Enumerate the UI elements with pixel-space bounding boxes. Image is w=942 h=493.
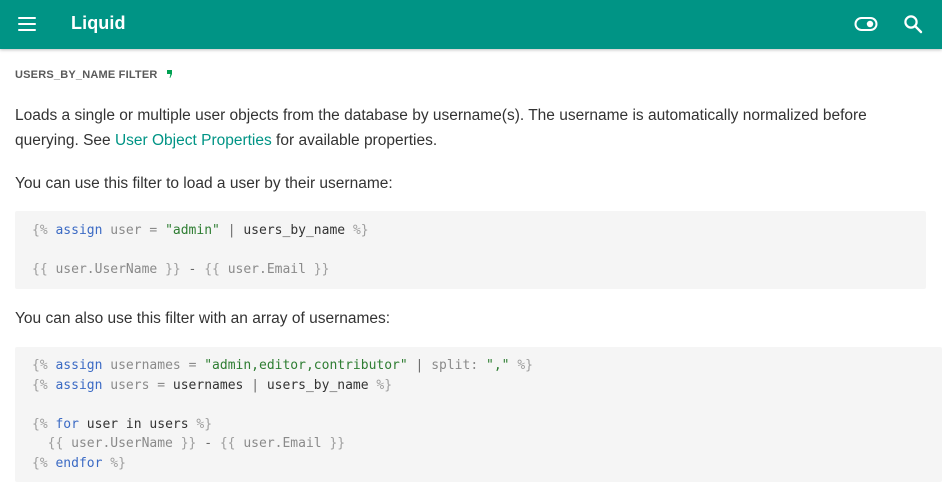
search-icon[interactable] — [903, 14, 923, 34]
code-token: user.Email — [227, 262, 306, 277]
section-heading-text: USERS_BY_NAME FILTER — [15, 69, 158, 81]
code-token: {{ — [219, 436, 236, 451]
code-token: {% — [32, 358, 48, 373]
code-token: %} — [376, 377, 393, 393]
code-token: usernames — [172, 377, 244, 393]
single-user-paragraph: You can use this filter to load a user b… — [15, 175, 393, 192]
code-token: }} — [313, 262, 330, 277]
code-token: %} — [352, 223, 369, 238]
code-line: {% assign usernames = "admin,editor,cont… — [32, 356, 942, 376]
code-line: {% assign user = "admin" | users_by_name… — [32, 221, 926, 241]
site-title[interactable]: Liquid — [71, 13, 126, 34]
code-token: {% — [32, 455, 48, 471]
intro-text-end: for available properties. — [271, 132, 438, 149]
code-token: assign — [55, 358, 103, 373]
code-block-array: {% assign usernames = "admin,editor,cont… — [15, 347, 942, 482]
code-token: user — [110, 223, 142, 238]
code-line: {{ user.UserName }} - {{ user.Email }} — [32, 434, 942, 454]
top-app-bar: Liquid — [0, 0, 942, 49]
code-token: split: — [431, 358, 479, 373]
code-token: user in users — [86, 416, 189, 432]
code-token: user.Email — [243, 436, 322, 451]
code-token: {% — [32, 377, 48, 393]
code-token: %} — [517, 358, 533, 373]
code-token: usernames — [110, 358, 181, 373]
code-token: "admin" — [165, 223, 220, 238]
code-token: | — [415, 358, 424, 373]
code-token: user.UserName — [71, 436, 173, 451]
menu-icon[interactable] — [18, 17, 36, 31]
code-token: = — [157, 377, 166, 393]
code-token: {{ — [204, 262, 220, 277]
code-token: {{ — [32, 262, 48, 277]
code-token: user.UserName — [55, 262, 158, 277]
code-token: | — [227, 223, 236, 238]
toggle-icon[interactable] — [854, 15, 878, 33]
array-paragraph: You can also use this filter with an arr… — [15, 310, 391, 327]
code-line: {% assign users = usernames | users_by_n… — [32, 376, 942, 396]
user-object-properties-link[interactable]: User Object Properties — [115, 132, 272, 149]
code-token: "," — [486, 358, 510, 373]
code-token: users — [110, 377, 150, 393]
code-token: users_by_name — [266, 377, 369, 393]
code-token: {% — [32, 416, 48, 432]
code-line: {% for user in users %} — [32, 415, 942, 435]
code-token: for — [55, 416, 79, 432]
code-token: - — [188, 262, 197, 277]
code-token: = — [149, 223, 158, 238]
code-token: | — [251, 377, 260, 393]
code-token: = — [188, 358, 197, 373]
code-token: }} — [329, 436, 346, 451]
code-token: }} — [165, 262, 181, 277]
section-heading: USERS_BY_NAME FILTER — [15, 69, 172, 81]
code-line: {% endfor %} — [32, 454, 942, 474]
code-token: %} — [110, 455, 126, 471]
code-line: {{ user.UserName }} - {{ user.Email }} — [32, 260, 926, 280]
intro-paragraph: Loads a single or multiple user objects … — [15, 103, 927, 153]
code-token: endfor — [55, 455, 103, 471]
code-token: - — [204, 436, 213, 451]
anchor-link-icon[interactable] — [166, 70, 172, 78]
code-token: }} — [180, 436, 197, 451]
code-token: assign — [55, 377, 103, 393]
code-token: "admin,editor,contributor" — [204, 358, 408, 373]
code-token: users_by_name — [243, 223, 346, 238]
code-token: %} — [196, 416, 213, 432]
code-token: assign — [55, 223, 103, 238]
code-block-single: {% assign user = "admin" | users_by_name… — [15, 211, 926, 289]
code-token: {% — [32, 223, 48, 238]
code-token: {{ — [47, 436, 64, 451]
